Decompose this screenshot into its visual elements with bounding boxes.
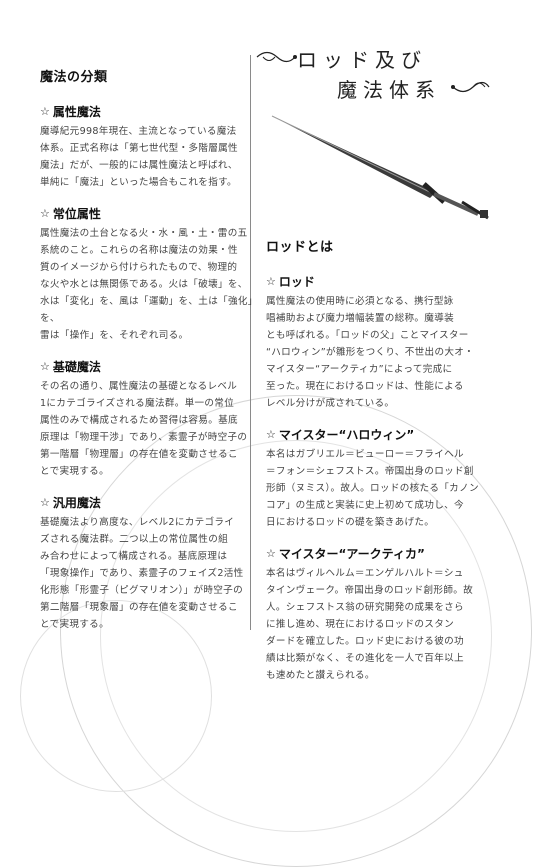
body-line: 唱補助および魔力増幅装置の総称。魔導装 <box>266 313 454 324</box>
star-icon: ☆ <box>266 428 276 441</box>
entry-heading: 汎用魔法 <box>52 496 101 510</box>
entry-heading: マイスター“アークティカ” <box>278 547 425 561</box>
entry-body: 魔導紀元998年現在、主流となっている魔法 体系。正式名称は「第七世代型・多階層… <box>40 123 268 191</box>
entry-heading: 属性魔法 <box>52 105 101 119</box>
body-line: 化形態「形霊子（ピグマリオン）」が時空子の <box>40 585 243 596</box>
body-line: ＝フォン＝シェフストス。帝国出身のロッド創 <box>266 466 474 477</box>
body-line: マイスター“アークティカ”によって完成に <box>266 364 453 375</box>
body-line: 属性魔法の使用時に必須となる、携行型詠 <box>266 296 454 307</box>
body-line: に推し進め、現在におけるロッドのスタン <box>266 619 454 630</box>
entry-body: 本名はヴィルヘルム＝エンゲルハルト＝シュ タインヴェーク。帝国出身のロッド創形師… <box>266 565 498 684</box>
rod-sword-illustration <box>271 115 489 220</box>
header-title-line2: 魔法体系 <box>337 78 441 102</box>
body-line: 基礎魔法より高度な、レベル2にカテゴライ <box>40 517 235 528</box>
body-line: コア」の生成と実装に史上初めて成功し、今 <box>266 500 464 511</box>
entry-body: 属性魔法の土台となる火・水・風・土・雷の五 系統のこと。これらの名称は魔法の効果… <box>40 225 268 344</box>
body-line: 雷は「操作」を、それぞれ司る。 <box>40 330 189 341</box>
entry-rod: ☆ ロッド 属性魔法の使用時に必須となる、携行型詠 唱補助および魔力増幅装置の総称… <box>266 273 498 412</box>
body-line: 単純に「魔法」といった場合もこれを指す。 <box>40 177 237 188</box>
body-line: 1にカテゴライズされる魔法群。単一の常位 <box>40 398 235 409</box>
body-line: 日におけるロッドの礎を築きあげた。 <box>266 517 435 528</box>
body-line: 体系。正式名称は「第七世代型・多階層属性 <box>40 143 238 154</box>
entry-body: その名の通り、属性魔法の基礎となるレベル 1にカテゴライズされる魔法群。単一の常… <box>40 378 268 480</box>
body-line: 第一階層「物理層」の存在値を変動させるこ <box>40 449 238 460</box>
body-line: 質のイメージから付けられたもので、物理的 <box>40 262 238 273</box>
body-line: 属性のみで構成されるため習得は容易。基底 <box>40 415 238 426</box>
body-line: その名の通り、属性魔法の基礎となるレベル <box>40 381 238 392</box>
body-line: 水は「変化」を、風は「運動」を、土は「強化」を、 <box>40 296 258 324</box>
star-icon: ☆ <box>266 275 276 288</box>
entry-basic-magic: ☆ 基礎魔法 その名の通り、属性魔法の基礎となるレベル 1にカテゴライズされる魔法… <box>40 358 268 480</box>
body-line: 魔導紀元998年現在、主流となっている魔法 <box>40 126 237 137</box>
body-line: とで実現する。 <box>40 466 109 477</box>
right-column: ロッドとは ☆ ロッド 属性魔法の使用時に必須となる、携行型詠 唱補助および魔力増… <box>266 236 498 698</box>
header-title-line1: ロッド及び <box>297 48 427 72</box>
entry-meister-halloween: ☆ マイスター“ハロウィン” 本名はガブリエル＝ビューロー＝フライヘル ＝フォン＝… <box>266 426 498 531</box>
star-icon: ☆ <box>266 547 276 560</box>
body-line: 第二階層「現象層」の存在値を変動させるこ <box>40 602 238 613</box>
entry-heading: 常位属性 <box>52 207 101 221</box>
section-title-what-is-rod: ロッドとは <box>266 240 334 255</box>
entry-body: 属性魔法の使用時に必須となる、携行型詠 唱補助および魔力増幅装置の総称。魔導装 … <box>266 293 498 412</box>
body-line: とも呼ばれる。「ロッドの父」ことマイスター <box>266 330 469 341</box>
body-line: 系統のこと。これらの名称は魔法の効果・性 <box>40 245 238 256</box>
body-line: ズされる魔法群。二つ以上の常位属性の組 <box>40 534 228 545</box>
body-line: 原理は「物理干渉」であり、素霊子が時空子の <box>40 432 248 443</box>
entry-general-magic: ☆ 汎用魔法 基礎魔法より高度な、レベル2にカテゴライ ズされる魔法群。二つ以上の… <box>40 494 268 633</box>
star-icon: ☆ <box>40 207 50 220</box>
body-line: 形師（ヌミス）。故人。ロッドの核たる「カノン <box>266 483 479 494</box>
section-title-magic-classification: 魔法の分類 <box>40 70 108 85</box>
body-line: 本名はガブリエル＝ビューロー＝フライヘル <box>266 449 464 460</box>
entry-constant-attribute: ☆ 常位属性 属性魔法の土台となる火・水・風・土・雷の五 系統のこと。これらの名称… <box>40 205 268 344</box>
left-column: 魔法の分類 ☆ 属性魔法 魔導紀元998年現在、主流となっている魔法 体系。正式名… <box>40 66 268 647</box>
body-line: タインヴェーク。帝国出身のロッド創形師。故 <box>266 585 473 596</box>
body-line: な火や水とは無関係である。火は「破壊」を、 <box>40 279 248 290</box>
body-line: み合わせによって構成される。基底原理は <box>40 551 228 562</box>
right-flourish-icon <box>451 81 490 93</box>
page-header: ロッド及び 魔法体系 <box>255 42 495 112</box>
entry-body: 本名はガブリエル＝ビューロー＝フライヘル ＝フォン＝シェフストス。帝国出身のロッ… <box>266 446 498 531</box>
body-line: も速めたと讃えられる。 <box>266 670 375 681</box>
body-line: とで実現する。 <box>40 619 109 630</box>
left-flourish-icon <box>256 51 297 63</box>
body-line: レベル分けが成されている。 <box>266 398 395 409</box>
entry-attribute-magic: ☆ 属性魔法 魔導紀元998年現在、主流となっている魔法 体系。正式名称は「第七世… <box>40 103 268 191</box>
star-icon: ☆ <box>40 496 50 509</box>
entry-heading: 基礎魔法 <box>52 360 101 374</box>
star-icon: ☆ <box>40 105 50 118</box>
entry-meister-arcticca: ☆ マイスター“アークティカ” 本名はヴィルヘルム＝エンゲルハルト＝シュ タインヴ… <box>266 545 498 684</box>
entry-body: 基礎魔法より高度な、レベル2にカテゴライ ズされる魔法群。二つ以上の常位属性の組… <box>40 514 268 633</box>
body-line: 魔法」だが、一般的には属性魔法と呼ばれ、 <box>40 160 238 171</box>
body-line: 績は比類がなく、その進化を一人で百年以上 <box>266 653 464 664</box>
body-line: 至った。現在におけるロッドは、性能による <box>266 381 464 392</box>
body-line: 属性魔法の土台となる火・水・風・土・雷の五 <box>40 228 248 239</box>
entry-heading: ロッド <box>278 275 315 289</box>
body-line: 「現象操作」であり、素霊子のフェイズ2活性 <box>40 568 244 579</box>
star-icon: ☆ <box>40 360 50 373</box>
body-line: 人。シェフストス翁の研究開発の成果をさら <box>266 602 464 613</box>
body-line: ダードを確立した。ロッド史における彼の功 <box>266 636 464 647</box>
body-line: 本名はヴィルヘルム＝エンゲルハルト＝シュ <box>266 568 464 579</box>
entry-heading: マイスター“ハロウィン” <box>278 428 415 442</box>
body-line: “ハロウィン”が雛形をつくり、不世出の大オ・ <box>266 347 475 358</box>
